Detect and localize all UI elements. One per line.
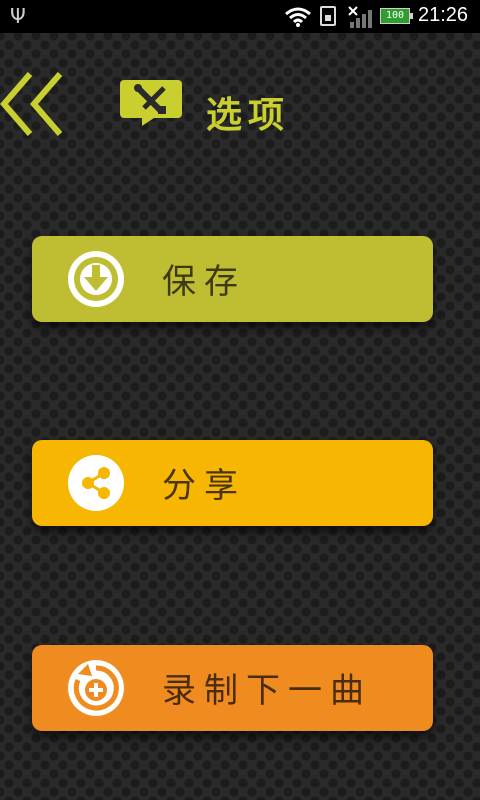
tools-icon xyxy=(120,80,182,126)
share-icon-wrap xyxy=(68,455,124,511)
replay-add-icon xyxy=(73,664,119,711)
status-bar: Ψ 100 21:26 xyxy=(0,0,480,33)
sim-icon xyxy=(320,6,336,26)
usb-icon: Ψ xyxy=(10,4,26,28)
share-label: 分享 xyxy=(162,466,246,506)
double-chevron-left-icon[interactable] xyxy=(0,68,70,138)
share-icon xyxy=(82,467,110,499)
share-button[interactable]: 分享 xyxy=(32,440,433,526)
wifi-icon xyxy=(285,7,311,27)
download-icon xyxy=(74,257,118,301)
battery-icon: 100 xyxy=(380,8,413,24)
status-time: 21:26 xyxy=(418,4,469,26)
save-button[interactable]: 保存 xyxy=(32,236,433,322)
record-next-button[interactable]: 录制下一曲 xyxy=(32,645,433,731)
save-label: 保存 xyxy=(162,262,246,302)
record-next-label: 录制下一曲 xyxy=(162,671,372,711)
header: 选项 xyxy=(0,60,480,150)
download-icon-wrap xyxy=(68,251,124,307)
replay-add-icon-wrap xyxy=(68,660,124,716)
signal-icon xyxy=(348,6,372,28)
page-title: 选项 xyxy=(206,94,291,136)
